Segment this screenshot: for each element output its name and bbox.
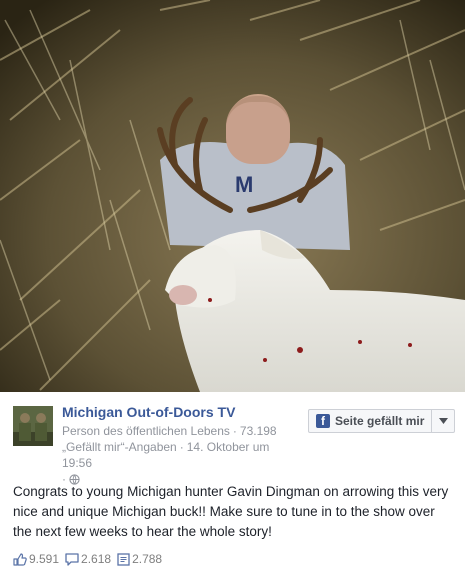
like-page-button[interactable]: f Seite gefällt mir [308,409,456,433]
like-page-label: Seite gefällt mir [335,414,425,428]
facebook-logo-icon: f [316,414,330,428]
page-likes-label: „Gefällt mir“-Angaben [62,440,177,454]
post-stats: 9.591 2.618 2.788 [13,552,168,566]
like-page-dropdown[interactable] [431,410,454,432]
page-avatar[interactable] [13,406,53,446]
meta-separator: · [179,440,184,454]
thumbs-up-icon [13,552,27,566]
likes-stat[interactable]: 9.591 [13,552,59,566]
likes-count: 9.591 [29,552,60,566]
shares-count: 2.788 [132,552,163,566]
page-meta: Person des öffentlichen Lebens · 73.198 „G… [62,423,302,489]
comments-count: 2.618 [81,552,112,566]
avatar-image [13,406,53,446]
facebook-post: M Michigan Out-of-Doors TV Person des öf… [0,0,465,575]
shares-stat[interactable]: 2.788 [117,552,162,566]
chevron-down-icon [438,418,448,424]
comments-stat[interactable]: 2.618 [65,552,111,566]
hunting-photo-image: M [0,0,465,392]
post-photo[interactable]: M [0,0,465,392]
meta-separator: · [232,424,237,438]
comment-icon [65,552,79,566]
page-category: Person des öffentlichen Lebens [62,424,230,438]
page-name-link[interactable]: Michigan Out-of-Doors TV [62,404,235,420]
post-text: Congrats to young Michigan hunter Gavin … [13,484,449,539]
share-icon [117,552,130,566]
svg-text:M: M [235,172,253,197]
like-page-main[interactable]: f Seite gefällt mir [309,410,431,432]
page-likes-count: 73.198 [239,424,277,438]
